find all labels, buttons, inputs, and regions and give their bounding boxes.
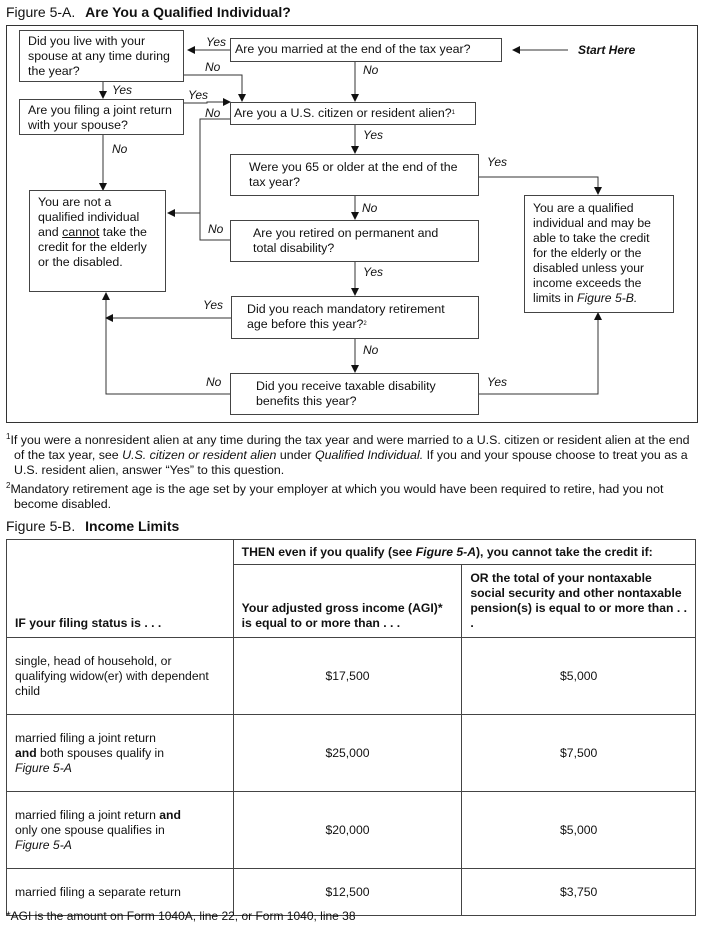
footnote-2: 2Mandatory retirement age is the age set… bbox=[6, 478, 702, 512]
node-age65: Were you 65 or older at the end of the t… bbox=[230, 154, 479, 196]
header-nontaxable: OR the total of your nontaxable social s… bbox=[461, 564, 696, 638]
status-text: single, head of household, or qualifying… bbox=[15, 653, 209, 698]
node-live-with-spouse: Did you live with your spouse at any tim… bbox=[19, 30, 184, 82]
node-qualified-text: You are a qualified individual and may b… bbox=[533, 201, 651, 305]
cell-filing-status: married filing a joint return and both s… bbox=[6, 714, 234, 792]
cell-nontaxable: $5,000 bbox=[461, 791, 696, 869]
edge-joint-yes bbox=[183, 98, 231, 106]
label-joint-no: No bbox=[205, 106, 221, 120]
figure-5b-title: Figure 5-B. Income Limits bbox=[6, 518, 179, 534]
status-text: married filing a separate return bbox=[15, 884, 181, 899]
node-mandatory-retirement: Did you reach mandatory retirement age b… bbox=[231, 296, 479, 339]
cell-agi: $17,500 bbox=[232, 637, 463, 715]
header-then-text-a: THEN even if you qualify (see bbox=[241, 544, 416, 559]
label-age65-yes: Yes bbox=[487, 155, 508, 169]
table-row: single, head of household, or qualifying… bbox=[6, 637, 696, 715]
edge-age65-yes bbox=[479, 176, 602, 195]
footnote-2-text: Mandatory retirement age is the age set … bbox=[10, 482, 664, 512]
node-citizen: Are you a U.S. citizen or resident alien… bbox=[230, 102, 476, 125]
label-retired-yes: Yes bbox=[363, 265, 384, 279]
label-joint-yes: Yes bbox=[188, 88, 209, 102]
cell-filing-status: single, head of household, or qualifying… bbox=[6, 637, 234, 715]
status-text-a: married filing a joint return bbox=[15, 730, 156, 745]
node-joint-return: Are you filing a joint return with your … bbox=[19, 99, 184, 135]
node-citizen-text: Are you a U.S. citizen or resident alien… bbox=[234, 106, 452, 120]
label-citizen-yes: Yes bbox=[363, 128, 384, 142]
label-joint-no-down: No bbox=[112, 142, 128, 156]
node-joint-return-text: Are you filing a joint return with your … bbox=[28, 103, 172, 132]
node-qualified-figure-ref: Figure 5-B. bbox=[577, 291, 638, 305]
node-retired-disability-text: Are you retired on permanent and total d… bbox=[253, 226, 439, 255]
label-benefits-no: No bbox=[206, 375, 222, 389]
cell-nontaxable: $7,500 bbox=[461, 714, 696, 792]
figure-5b-number: Figure 5-B. bbox=[6, 518, 76, 534]
node-retired-disability: Are you retired on permanent and total d… bbox=[230, 220, 479, 262]
node-live-with-spouse-text: Did you live with your spouse at any tim… bbox=[28, 34, 170, 78]
status-text-b: only one spouse qualifies in bbox=[15, 822, 165, 837]
node-taxable-benefits: Did you receive taxable disability benef… bbox=[230, 373, 479, 415]
node-qualified: You are a qualified individual and may b… bbox=[524, 195, 674, 313]
cell-nontaxable: $5,000 bbox=[461, 637, 696, 715]
header-agi: Your adjusted gross income (AGI)* is equ… bbox=[232, 564, 463, 638]
status-bold: and bbox=[159, 807, 181, 822]
table-row: married filing a joint return and only o… bbox=[6, 791, 696, 869]
footnote-1: 1If you were a nonresident alien at any … bbox=[6, 429, 702, 478]
figure-5b-heading: Income Limits bbox=[85, 518, 180, 534]
status-figure-ref: Figure 5-A bbox=[15, 837, 72, 852]
status-figure-ref: Figure 5-A bbox=[15, 760, 72, 775]
status-text-b: both spouses qualify in bbox=[36, 745, 165, 760]
label-live-yes: Yes bbox=[112, 83, 133, 97]
node-taxable-benefits-text: Did you receive taxable disability benef… bbox=[256, 379, 436, 408]
label-benefits-yes: Yes bbox=[487, 375, 508, 389]
table-header-row-1: IF your filing status is . . . THEN even… bbox=[6, 539, 697, 638]
cell-filing-status: married filing a joint return and only o… bbox=[6, 791, 234, 869]
cell-agi: $20,000 bbox=[232, 791, 463, 869]
label-married-yes: Yes bbox=[206, 35, 227, 49]
footnote-1-text-b: under bbox=[276, 448, 315, 463]
header-then-figure-ref: Figure 5-A bbox=[415, 544, 476, 559]
label-age65-no: No bbox=[362, 201, 378, 215]
footnote-ref-1: 1 bbox=[451, 110, 455, 116]
start-here-label: Start Here bbox=[578, 43, 636, 57]
table-row: married filing a joint return and both s… bbox=[6, 714, 696, 792]
footnote-1-italic-a: U.S. citizen or resident alien bbox=[122, 448, 277, 463]
footnote-ref-2: 2 bbox=[363, 321, 367, 327]
cell-agi: $25,000 bbox=[232, 714, 463, 792]
label-married-no: No bbox=[363, 63, 379, 77]
label-live-no: No bbox=[205, 60, 221, 74]
header-then-text-b: ), you cannot take the credit if: bbox=[476, 544, 653, 559]
node-married: Are you married at the end of the tax ye… bbox=[230, 38, 502, 62]
label-mandatory-yes: Yes bbox=[203, 298, 224, 312]
status-text-a: married filing a joint return bbox=[15, 807, 160, 822]
header-filing-status: IF your filing status is . . . bbox=[6, 539, 234, 638]
header-then: THEN even if you qualify (see Figure 5-A… bbox=[232, 539, 697, 565]
label-mandatory-no: No bbox=[363, 343, 379, 357]
cell-nontaxable: $3,750 bbox=[461, 868, 696, 916]
status-bold: and bbox=[15, 745, 37, 760]
node-married-text: Are you married at the end of the tax ye… bbox=[235, 42, 471, 56]
label-retired-no: No bbox=[208, 222, 224, 236]
node-not-qualified-emphasis: cannot bbox=[62, 225, 100, 239]
footnote-1-italic-b: Qualified Individual. bbox=[315, 448, 424, 463]
node-mandatory-retirement-text: Did you reach mandatory retirement age b… bbox=[247, 302, 445, 331]
agi-footnote: *AGI is the amount on Form 1040A, line 2… bbox=[6, 909, 356, 923]
node-age65-text: Were you 65 or older at the end of the t… bbox=[249, 160, 458, 189]
node-not-qualified: You are not a qualified individual and c… bbox=[29, 190, 166, 292]
income-limits-table: IF your filing status is . . . THEN even… bbox=[6, 539, 697, 916]
